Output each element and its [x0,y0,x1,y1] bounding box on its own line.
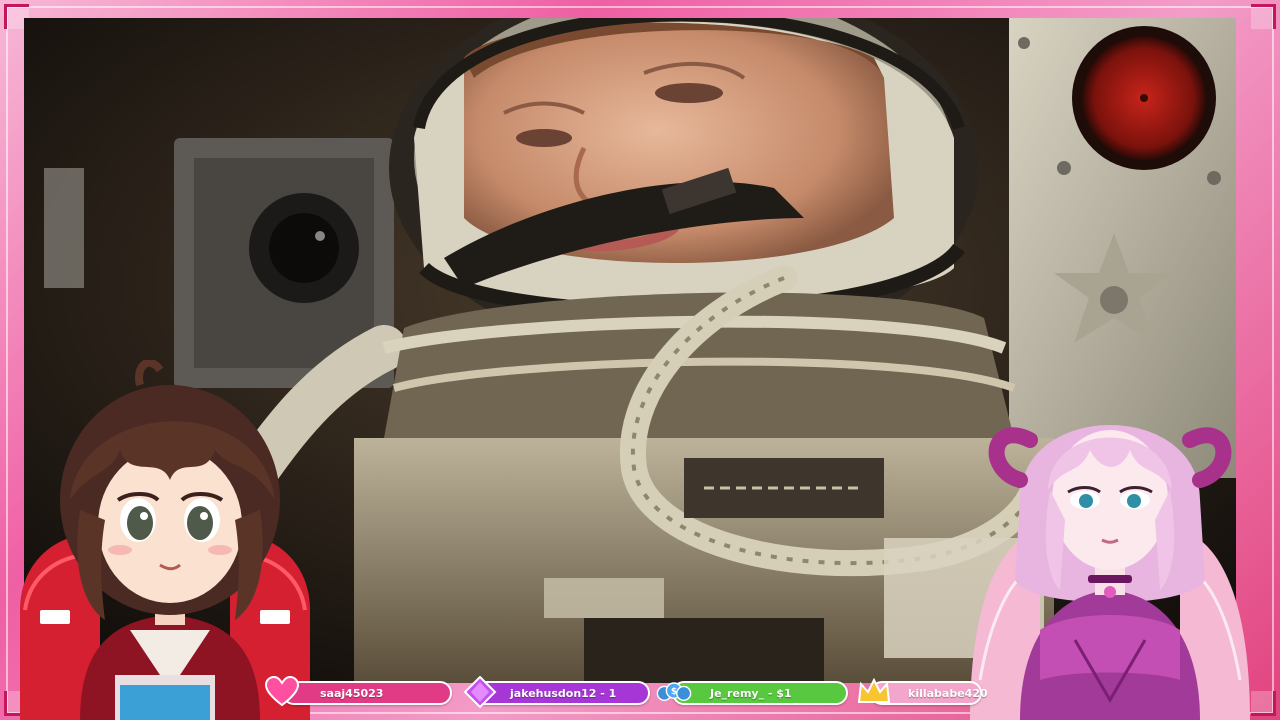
vtuber-right-illustration [970,425,1250,720]
donation-alert-name: Je_remy_ - $1 [710,686,792,700]
vtuber-left-illustration [20,358,310,720]
donation-alert: Je_remy_ - $1 [672,681,848,705]
subscriber-alert: jakehusdon12 - 1 [472,681,650,705]
gem-icon [462,676,498,708]
host-alert-name: killababe420 [908,686,988,700]
recent-events-bar: saaj45023 jakehusdon12 - 1 Je_remy_ - $1… [262,676,988,716]
vtuber-avatar-left [10,358,320,720]
follower-alert: saaj45023 [282,681,452,705]
frame-corner [1251,4,1276,29]
svg-text:$: $ [671,687,677,697]
subscriber-alert-name: jakehusdon12 - 1 [510,686,617,700]
follower-alert-name: saaj45023 [320,686,384,700]
heart-icon [264,676,300,708]
crown-icon [856,676,892,708]
coins-icon: $ [656,676,692,708]
vtuber-avatar-right [960,380,1260,720]
